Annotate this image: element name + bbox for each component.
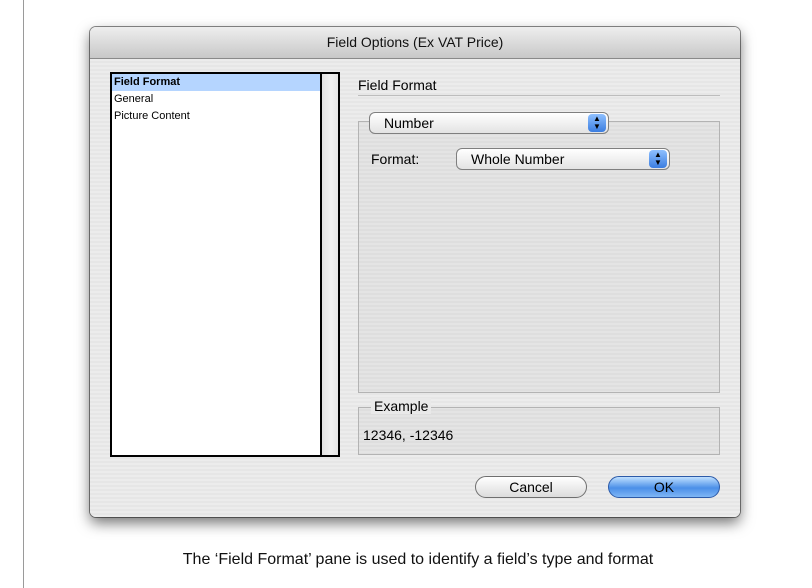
updown-arrows-icon: ▲ ▼ bbox=[588, 114, 606, 132]
field-type-value: Number bbox=[384, 115, 434, 131]
list-item-general[interactable]: General bbox=[112, 91, 320, 108]
field-type-popup[interactable]: Number ▲ ▼ bbox=[369, 112, 609, 134]
example-value: 12346, -12346 bbox=[363, 427, 454, 443]
updown-arrows-icon: ▲ ▼ bbox=[649, 150, 667, 168]
cancel-button[interactable]: Cancel bbox=[475, 476, 587, 498]
options-list[interactable]: Field Format General Picture Content bbox=[110, 72, 340, 457]
list-item-field-format[interactable]: Field Format bbox=[112, 74, 320, 91]
list-scrollbar[interactable] bbox=[320, 74, 338, 455]
example-legend: Example bbox=[371, 398, 432, 414]
field-options-dialog: Field Options (Ex VAT Price) Field Forma… bbox=[90, 27, 740, 517]
ok-button[interactable]: OK bbox=[608, 476, 720, 498]
format-label: Format: bbox=[371, 151, 420, 167]
pane-heading: Field Format bbox=[358, 77, 437, 93]
heading-divider bbox=[358, 95, 720, 96]
format-popup[interactable]: Whole Number ▲ ▼ bbox=[456, 148, 670, 170]
figure-caption: The ‘Field Format’ pane is used to ident… bbox=[182, 551, 654, 568]
dialog-title: Field Options (Ex VAT Price) bbox=[90, 27, 740, 59]
list-item-picture-content[interactable]: Picture Content bbox=[112, 108, 320, 125]
format-value: Whole Number bbox=[471, 151, 565, 167]
